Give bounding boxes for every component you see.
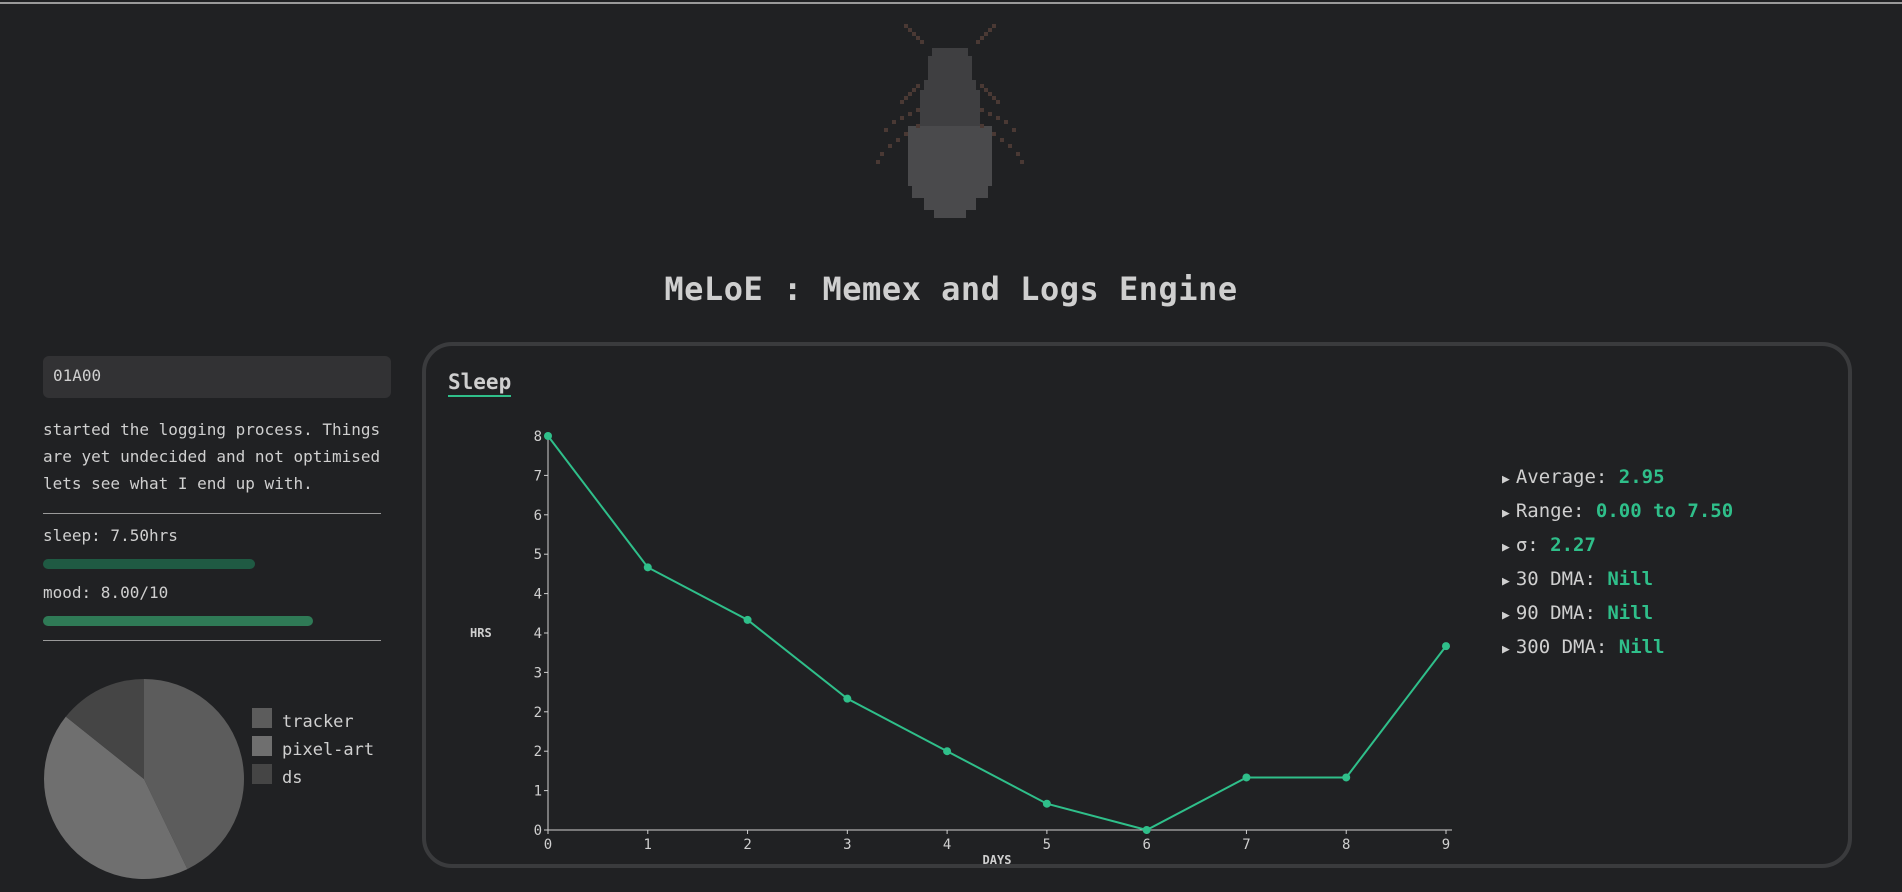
- y-axis-label: HRS: [470, 626, 492, 640]
- log-text: started the logging process. Things are …: [43, 420, 381, 493]
- legend-item-tracker: tracker: [252, 708, 374, 736]
- sleep-line-chart: 0 1 2 2 3 4 4 5 6 7 8 0 1 2 3 4 5 6 7 8 9 DAYS HRS: [470, 429, 1452, 866]
- y-tick-label: 7: [534, 468, 542, 484]
- x-tick-label: 6: [1142, 837, 1150, 853]
- legend-swatch: [252, 708, 272, 728]
- x-tick-label: 8: [1342, 837, 1350, 853]
- stat-30-dma: ▶ 30 DMA: Nill: [1502, 568, 1654, 590]
- legend-label: tracker: [282, 712, 354, 732]
- stats-list: ▶ Average: 2.95 ▶ Range: 0.00 to 7.50 ▶ σ: …: [1502, 466, 1733, 670]
- mood-bar: [43, 616, 381, 626]
- mood-bar-fill: [43, 616, 313, 626]
- data-point: [1242, 773, 1251, 782]
- divider: [43, 513, 381, 514]
- y-tick-label: 4: [534, 626, 542, 642]
- legend-swatch: [252, 736, 272, 756]
- x-tick-label: 4: [943, 837, 951, 853]
- y-tick-label: 0: [534, 823, 542, 839]
- beetle-logo: [876, 24, 1024, 218]
- panel-title[interactable]: Sleep: [448, 370, 512, 397]
- page-title: MeLoE : Memex and Logs Engine: [664, 270, 1238, 308]
- stat-sigma: ▶ σ: 2.27: [1502, 534, 1596, 556]
- stat-300-dma: ▶ 300 DMA: Nill: [1502, 636, 1665, 658]
- data-point: [943, 747, 952, 756]
- sleep-panel: Sleep 0 1 2 2 3 4 4 5 6 7 8 0 1 2 3 4 5 6 7 8 9 DAYS HRS ▶ Aver…: [422, 342, 1852, 868]
- data-point: [1142, 826, 1151, 834]
- legend-label: ds: [282, 768, 303, 788]
- y-tick-label: 8: [534, 429, 542, 445]
- log-id-box[interactable]: 01A00: [43, 356, 391, 398]
- legend-item-ds: ds: [252, 764, 374, 792]
- y-tick-label: 2: [534, 744, 542, 760]
- x-tick-label: 3: [843, 837, 851, 853]
- y-tick-label: 1: [534, 784, 542, 800]
- sleep-bar-fill: [43, 559, 255, 569]
- sleep-metric-label: sleep: 7.50hrs: [43, 526, 178, 545]
- y-tick-label: 3: [534, 665, 542, 681]
- y-tick-label: 2: [534, 705, 542, 721]
- divider: [43, 640, 381, 641]
- x-tick-label: 1: [644, 837, 652, 853]
- data-point: [1042, 799, 1051, 808]
- x-tick-label: 0: [544, 837, 552, 853]
- data-point: [743, 615, 752, 624]
- sleep-bar: [43, 559, 381, 569]
- x-tick-label: 9: [1442, 837, 1450, 853]
- stat-average: ▶ Average: 2.95: [1502, 466, 1665, 488]
- stat-range: ▶ Range: 0.00 to 7.50: [1502, 500, 1734, 522]
- sleep-series-line: [547, 435, 1447, 832]
- y-tick-label: 5: [534, 547, 542, 563]
- x-tick-label: 2: [743, 837, 751, 853]
- tags-pie-chart: [44, 679, 244, 879]
- x-tick-label: 7: [1242, 837, 1250, 853]
- y-tick-label: 4: [534, 587, 542, 603]
- top-divider: [0, 2, 1902, 4]
- mood-metric-label: mood: 8.00/10: [43, 583, 169, 602]
- beetle-icon: [876, 24, 1024, 218]
- y-tick-label: 6: [534, 508, 542, 524]
- log-entry: 01A00 started the logging process. Thing…: [43, 356, 391, 641]
- data-point: [643, 563, 652, 572]
- legend-item-pixel-art: pixel-art: [252, 736, 374, 764]
- data-point: [544, 432, 552, 440]
- data-point: [1342, 773, 1351, 782]
- pie-legend: tracker pixel-art ds: [252, 708, 374, 792]
- legend-label: pixel-art: [282, 740, 375, 760]
- x-axis-label: DAYS: [983, 853, 1012, 866]
- data-point: [843, 694, 852, 703]
- stat-90-dma: ▶ 90 DMA: Nill: [1502, 602, 1654, 624]
- data-point: [1442, 642, 1450, 651]
- legend-swatch: [252, 764, 272, 784]
- x-tick-label: 5: [1043, 837, 1051, 853]
